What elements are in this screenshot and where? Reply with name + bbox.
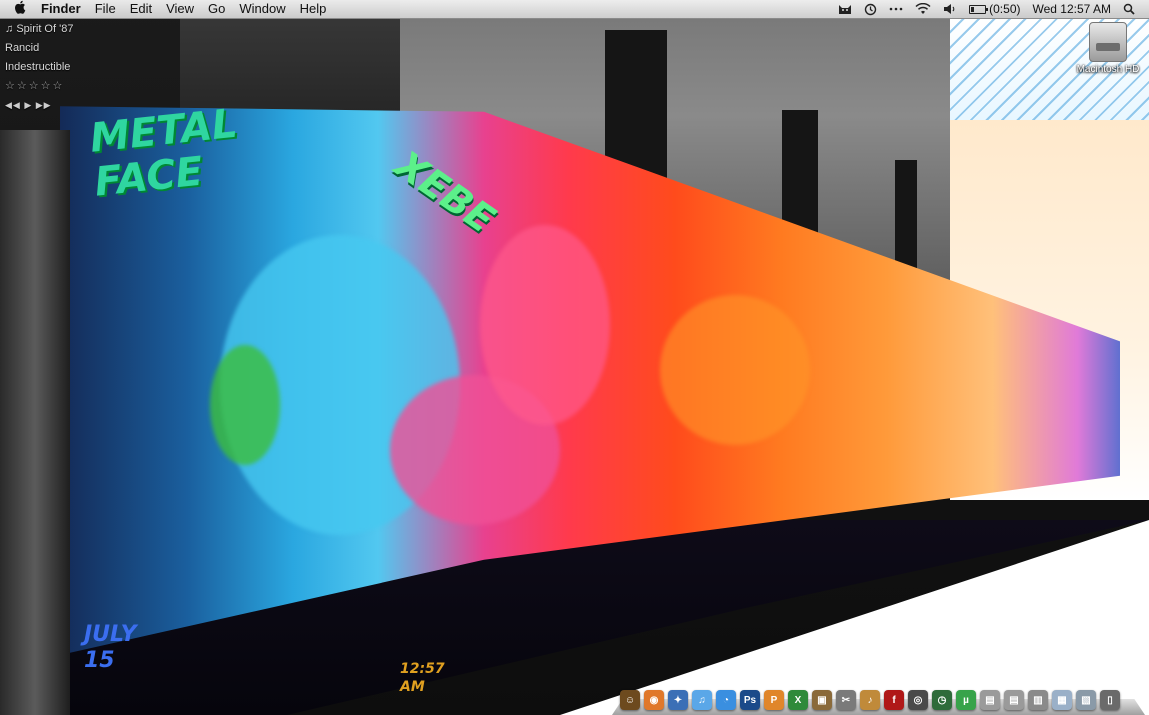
doc2-icon[interactable]: ▤ <box>1004 690 1024 710</box>
wifi-status-icon[interactable] <box>909 3 937 15</box>
search-icon <box>1123 3 1135 15</box>
hard-disk-icon <box>1089 22 1127 62</box>
now-playing-track: Spirit Of '87 <box>16 23 74 35</box>
menu-help[interactable]: Help <box>293 0 334 18</box>
powerpoint-icon[interactable]: P <box>764 690 784 710</box>
cat-icon <box>839 5 852 14</box>
graffiti-blob <box>210 345 280 465</box>
now-playing-artist: Rancid <box>5 42 40 54</box>
safari-icon[interactable]: ✦ <box>668 690 688 710</box>
bluetooth-status-icon[interactable] <box>883 6 909 12</box>
menu-finder[interactable]: Finder <box>34 0 88 18</box>
battery-time: (0:50) <box>989 2 1021 16</box>
volume-status-icon[interactable] <box>937 3 963 15</box>
menu-edit[interactable]: Edit <box>123 0 159 18</box>
graffiti-time: 12:57 AM <box>400 661 445 695</box>
menu-clock[interactable]: Wed 12:57 AM <box>1027 2 1118 16</box>
firefox-icon[interactable]: ◉ <box>644 690 664 710</box>
dots-icon <box>889 7 903 11</box>
time-machine-icon[interactable]: ◷ <box>932 690 952 710</box>
menu-go[interactable]: Go <box>201 0 232 18</box>
battery-level-fill <box>971 6 975 12</box>
tools-icon[interactable]: ✂ <box>836 690 856 710</box>
rating-stars[interactable]: ☆☆☆☆☆ <box>5 78 73 97</box>
playback-controls[interactable]: ◀◀ ▶ ▶▶ <box>5 97 73 116</box>
menu-bar: Finder File Edit View Go Window Help (0:… <box>0 0 1149 19</box>
wallpaper-window <box>782 110 818 240</box>
graffiti-metal-face: METAL FACE <box>87 100 240 206</box>
dock-items: ☺ ◉ ✦ ♫ ◔ Ps P X ▣ ✂ ♪ f ◎ ◷ µ ▤ ▤ ▥ ▦ ▧ ▯ <box>620 680 1124 710</box>
time-machine-status-icon[interactable] <box>858 3 883 16</box>
graffiti-blob <box>660 295 810 445</box>
battery-status[interactable]: (0:50) <box>963 2 1026 16</box>
speaker-icon <box>944 4 955 14</box>
dock: ☺ ◉ ✦ ♫ ◔ Ps P X ▣ ✂ ♪ f ◎ ◷ µ ▤ ▤ ▥ ▦ ▧ ▯ <box>612 680 1145 715</box>
apple-logo-icon <box>15 0 26 14</box>
itunes-icon[interactable]: ♫ <box>692 690 712 710</box>
menu-file[interactable]: File <box>88 0 123 18</box>
flash-icon[interactable]: f <box>884 690 904 710</box>
desktop-wallpaper: METAL FACE XEBE JULY 15 12:57 AM <box>0 0 1149 715</box>
graffiti-date: JULY 15 <box>84 622 137 673</box>
excel-icon[interactable]: X <box>788 690 808 710</box>
menu-extras: (0:50) Wed 12:57 AM <box>832 2 1149 16</box>
dvd-icon[interactable]: ◎ <box>908 690 928 710</box>
wifi-icon <box>915 3 931 14</box>
cat-status-icon[interactable] <box>832 3 858 15</box>
graffiti-blob <box>480 225 610 425</box>
spotlight-status-icon[interactable] <box>1117 3 1149 15</box>
macintosh-hd-desktop-icon[interactable]: Macintosh HD <box>1068 22 1148 75</box>
finder-icon[interactable]: ☺ <box>620 690 640 710</box>
now-playing-widget: ♫ Spirit Of '87 Rancid Indestructible ☆☆… <box>5 21 73 116</box>
menu-view[interactable]: View <box>159 0 201 18</box>
hd-label: Macintosh HD <box>1076 64 1140 75</box>
iphoto-icon[interactable]: ▣ <box>812 690 832 710</box>
music-note-icon: ♫ <box>5 23 17 35</box>
wallpaper-pillar <box>0 130 70 715</box>
utorrent-icon[interactable]: µ <box>956 690 976 710</box>
apple-menu-icon[interactable] <box>0 0 34 19</box>
doc3-icon[interactable]: ▥ <box>1028 690 1048 710</box>
downloads-icon[interactable]: ▧ <box>1076 690 1096 710</box>
folder-icon[interactable]: ▦ <box>1052 690 1072 710</box>
garageband-icon[interactable]: ♪ <box>860 690 880 710</box>
time-machine-icon <box>864 3 877 15</box>
ichat-icon[interactable]: ◔ <box>716 690 736 710</box>
now-playing-album: Indestructible <box>5 61 71 73</box>
wallpaper-window <box>895 160 917 270</box>
doc1-icon[interactable]: ▤ <box>980 690 1000 710</box>
photoshop-icon[interactable]: Ps <box>740 690 760 710</box>
menu-window[interactable]: Window <box>232 0 292 18</box>
battery-icon <box>969 4 989 14</box>
now-playing-track-row: ♫ Spirit Of '87 <box>5 21 73 40</box>
trash-icon[interactable]: ▯ <box>1100 690 1120 710</box>
